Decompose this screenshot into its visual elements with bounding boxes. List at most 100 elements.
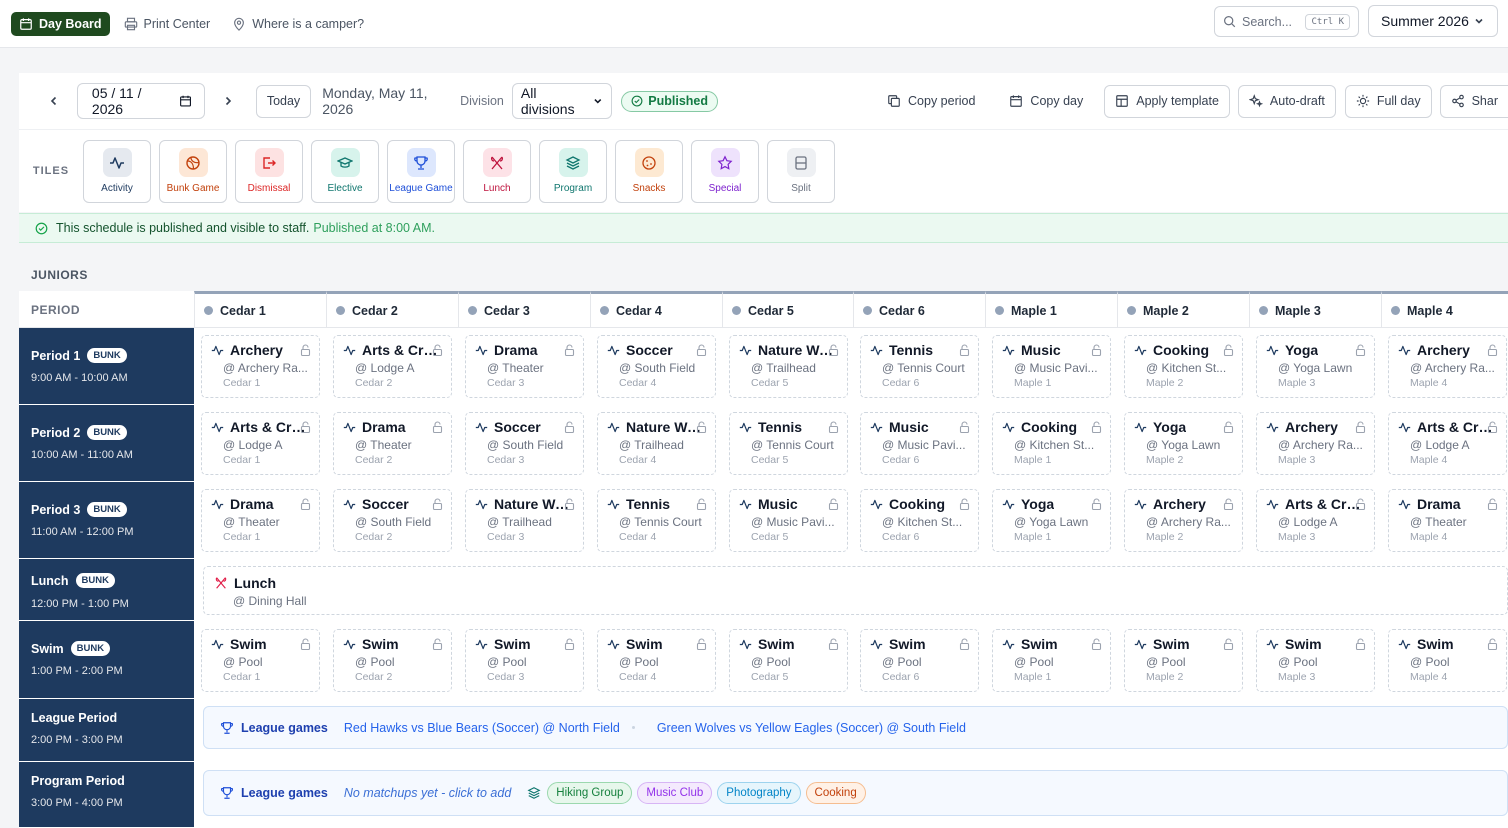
program-group-chip[interactable]: Music Club [637, 782, 713, 804]
schedule-cell[interactable]: Nature Walk @ Trailhead Cedar 4 [597, 412, 716, 475]
program-games-block[interactable]: League games No matchups yet - click to a… [203, 770, 1508, 816]
search-input[interactable]: Search... Ctrl K [1214, 6, 1359, 37]
lock-icon[interactable] [300, 421, 311, 433]
print-center-link[interactable]: Print Center [116, 12, 219, 36]
apply-template-button[interactable]: Apply template [1104, 84, 1230, 118]
lock-icon[interactable] [959, 344, 970, 356]
schedule-cell[interactable]: Swim @ Pool Maple 3 [1256, 629, 1375, 692]
tile-lunch[interactable]: Lunch [463, 139, 531, 203]
schedule-cell[interactable]: Tennis @ Tennis Court Cedar 5 [729, 412, 848, 475]
day-board-tab[interactable]: Day Board [11, 11, 110, 36]
lock-icon[interactable] [1223, 498, 1234, 510]
previous-day-button[interactable] [41, 87, 67, 115]
period-row-header[interactable]: Swim BUNK 1:00 PM - 2:00 PM [19, 621, 194, 699]
schedule-cell[interactable]: Archery @ Archery Ra... Maple 3 [1256, 412, 1375, 475]
schedule-cell[interactable]: Swim @ Pool Cedar 1 [201, 629, 320, 692]
schedule-cell[interactable]: Soccer @ South Field Cedar 2 [333, 489, 452, 552]
period-row-header[interactable]: Lunch BUNK 12:00 PM - 1:00 PM [19, 559, 194, 621]
schedule-cell[interactable]: Archery @ Archery Ra... Cedar 1 [201, 335, 320, 398]
schedule-cell[interactable]: Music @ Music Pavi... Maple 1 [992, 335, 1111, 398]
lock-icon[interactable] [1355, 421, 1366, 433]
lock-icon[interactable] [1355, 638, 1366, 650]
lock-icon[interactable] [300, 498, 311, 510]
lock-icon[interactable] [959, 498, 970, 510]
lock-icon[interactable] [300, 638, 311, 650]
period-row-header[interactable]: Program PeriodLEAGUE 3:00 PM - 4:00 PM [19, 762, 1508, 828]
copy-day-button[interactable]: Copy day [998, 84, 1095, 118]
schedule-cell[interactable]: Drama @ Theater Cedar 1 [201, 489, 320, 552]
lock-icon[interactable] [1487, 638, 1498, 650]
lock-icon[interactable] [828, 498, 839, 510]
lock-icon[interactable] [828, 638, 839, 650]
schedule-cell[interactable]: Tennis @ Tennis Court Cedar 6 [860, 335, 979, 398]
lock-icon[interactable] [432, 498, 443, 510]
schedule-cell[interactable]: Swim @ Pool Maple 2 [1124, 629, 1243, 692]
lock-icon[interactable] [828, 421, 839, 433]
lock-icon[interactable] [696, 498, 707, 510]
schedule-cell[interactable]: Yoga @ Yoga Lawn Maple 2 [1124, 412, 1243, 475]
schedule-cell[interactable]: Arts & Cra... @ Lodge A Maple 3 [1256, 489, 1375, 552]
schedule-cell[interactable]: Arts & Cra... @ Lodge A Cedar 2 [333, 335, 452, 398]
today-button[interactable]: Today [255, 84, 312, 118]
schedule-cell[interactable]: Nature Walk @ Trailhead Cedar 3 [465, 489, 584, 552]
schedule-cell[interactable]: Drama @ Theater Cedar 3 [465, 335, 584, 398]
league-games-block[interactable]: League games Red Hawks vs Blue Bears (Soc… [203, 706, 1508, 749]
lock-icon[interactable] [1355, 498, 1366, 510]
schedule-cell[interactable]: Swim @ Pool Cedar 6 [860, 629, 979, 692]
schedule-cell[interactable]: Soccer @ South Field Cedar 3 [465, 412, 584, 475]
schedule-cell[interactable]: Swim @ Pool Cedar 3 [465, 629, 584, 692]
full-day-button[interactable]: Full day [1344, 84, 1432, 118]
lock-icon[interactable] [696, 638, 707, 650]
schedule-cell[interactable]: Arts & Cra... @ Lodge A Cedar 1 [201, 412, 320, 475]
lock-icon[interactable] [1487, 498, 1498, 510]
tile-elective[interactable]: Elective [311, 139, 379, 203]
schedule-cell[interactable]: Tennis @ Tennis Court Cedar 4 [597, 489, 716, 552]
division-select[interactable]: All divisions [511, 83, 613, 119]
program-group-chip[interactable]: Photography [717, 782, 801, 804]
next-day-button[interactable] [215, 87, 241, 115]
schedule-cell[interactable]: Arts & Cra... @ Lodge A Maple 4 [1388, 412, 1507, 475]
schedule-cell[interactable]: Nature Walk @ Trailhead Cedar 5 [729, 335, 848, 398]
add-matchup-hint[interactable]: No matchups yet - click to add [344, 786, 511, 800]
tile-activity[interactable]: Activity [83, 139, 151, 203]
schedule-cell[interactable]: Drama @ Theater Maple 4 [1388, 489, 1507, 552]
date-picker[interactable]: 05 / 11 / 2026 [76, 83, 205, 119]
tile-dismissal[interactable]: Dismissal [235, 139, 303, 203]
share-button[interactable]: Shar [1439, 84, 1508, 118]
league-match[interactable]: Red Hawks vs Blue Bears (Soccer) @ North… [344, 721, 620, 735]
auto-draft-button[interactable]: Auto-draft [1237, 84, 1336, 118]
lock-icon[interactable] [1223, 421, 1234, 433]
schedule-cell[interactable]: Archery @ Archery Ra... Maple 2 [1124, 489, 1243, 552]
schedule-cell[interactable]: Music @ Music Pavi... Cedar 6 [860, 412, 979, 475]
lock-icon[interactable] [959, 638, 970, 650]
tile-snacks[interactable]: Snacks [615, 139, 683, 203]
lock-icon[interactable] [828, 344, 839, 356]
lunch-block[interactable]: Lunch @ Dining Hall [203, 566, 1508, 615]
schedule-cell[interactable]: Cooking @ Kitchen St... Maple 1 [992, 412, 1111, 475]
lock-icon[interactable] [432, 421, 443, 433]
tile-special[interactable]: Special [691, 139, 759, 203]
lock-icon[interactable] [1091, 498, 1102, 510]
period-row-header[interactable]: Period 3 BUNK 11:00 AM - 12:00 PM [19, 482, 194, 559]
league-match[interactable]: Green Wolves vs Yellow Eagles (Soccer) @… [657, 721, 966, 735]
schedule-cell[interactable]: Archery @ Archery Ra... Maple 4 [1388, 335, 1507, 398]
where-camper-link[interactable]: Where is a camper? [224, 12, 372, 36]
tile-program[interactable]: Program [539, 139, 607, 203]
lock-icon[interactable] [564, 638, 575, 650]
lock-icon[interactable] [1091, 421, 1102, 433]
schedule-cell[interactable]: Swim @ Pool Maple 1 [992, 629, 1111, 692]
lock-icon[interactable] [1091, 344, 1102, 356]
season-select[interactable]: Summer 2026 [1368, 5, 1498, 37]
lock-icon[interactable] [564, 344, 575, 356]
lock-icon[interactable] [1223, 344, 1234, 356]
copy-period-button[interactable]: Copy period [876, 84, 987, 118]
schedule-cell[interactable]: Drama @ Theater Cedar 2 [333, 412, 452, 475]
period-row-header[interactable]: Period 1 BUNK 9:00 AM - 10:00 AM [19, 328, 194, 405]
tile-bunk-game[interactable]: Bunk Game [159, 139, 227, 203]
schedule-cell[interactable]: Soccer @ South Field Cedar 4 [597, 335, 716, 398]
tile-split[interactable]: Split [767, 139, 835, 203]
lock-icon[interactable] [1091, 638, 1102, 650]
schedule-cell[interactable]: Swim @ Pool Cedar 5 [729, 629, 848, 692]
schedule-cell[interactable]: Yoga @ Yoga Lawn Maple 1 [992, 489, 1111, 552]
program-group-chip[interactable]: Cooking [805, 782, 866, 804]
